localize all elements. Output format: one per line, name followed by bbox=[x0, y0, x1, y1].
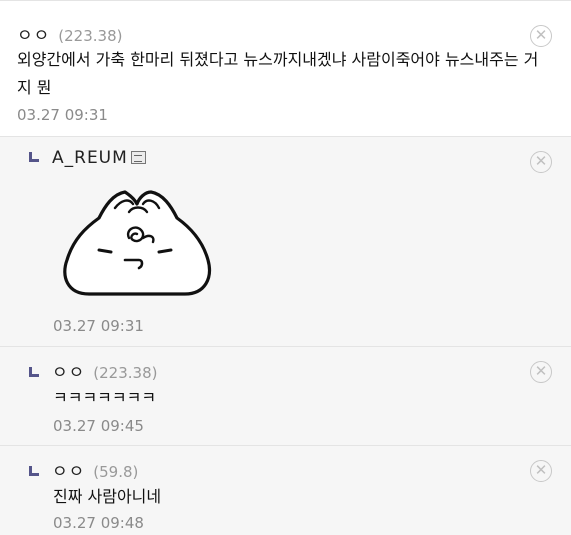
comment-nickname[interactable]: ㅇㅇ bbox=[17, 21, 50, 46]
reply-text: ㅋㅋㅋㅋㅋㅋㅋ bbox=[53, 388, 157, 407]
delete-icon[interactable]: ✕ bbox=[530, 460, 552, 482]
reply: ㅇㅇ (59.8) 진짜 사람아니네 03.27 09:48 ✕ bbox=[0, 445, 571, 535]
reply-date: 03.27 09:45 bbox=[53, 417, 144, 435]
reply-header: ㅇㅇ (223.38) bbox=[29, 358, 157, 383]
reply-arrow-icon bbox=[29, 367, 39, 377]
reply-ip: (223.38) bbox=[93, 364, 158, 382]
reply-nickname[interactable]: A_REUM bbox=[52, 148, 128, 168]
reply-nickname[interactable]: ㅇㅇ bbox=[52, 358, 85, 383]
reply-date: 03.27 09:31 bbox=[53, 317, 144, 335]
reply-arrow-icon bbox=[29, 152, 39, 162]
reply-arrow-icon bbox=[29, 466, 39, 476]
reply-date: 03.27 09:48 bbox=[53, 514, 144, 532]
reply-header: ㅇㅇ (59.8) bbox=[29, 457, 138, 482]
comment-thread: ㅇㅇ (223.38) 외양간에서 가축 한마리 뒤졌다고 뉴스까지내겠냐 사람… bbox=[0, 0, 571, 535]
fixed-nick-icon bbox=[130, 151, 146, 164]
reply-header: A_REUM bbox=[29, 148, 146, 168]
reply: A_REUM 03.27 09:31 ✕ bbox=[0, 136, 571, 346]
delete-icon[interactable]: ✕ bbox=[530, 25, 552, 47]
comment-header: ㅇㅇ (223.38) bbox=[17, 21, 122, 46]
comment-date: 03.27 09:31 bbox=[17, 106, 108, 124]
reply-text: 진짜 사람아니네 bbox=[53, 487, 162, 506]
comment-text: 외양간에서 가축 한마리 뒤졌다고 뉴스까지내겠냐 사람이죽어야 뉴스내주는 거… bbox=[17, 50, 539, 97]
dumpling-emoticon bbox=[63, 190, 211, 296]
delete-icon[interactable]: ✕ bbox=[530, 151, 552, 173]
reply-nickname[interactable]: ㅇㅇ bbox=[52, 457, 85, 482]
reply: ㅇㅇ (223.38) ㅋㅋㅋㅋㅋㅋㅋ 03.27 09:45 ✕ bbox=[0, 346, 571, 445]
comment: ㅇㅇ (223.38) 외양간에서 가축 한마리 뒤졌다고 뉴스까지내겠냐 사람… bbox=[0, 0, 571, 136]
delete-icon[interactable]: ✕ bbox=[530, 361, 552, 383]
reply-ip: (59.8) bbox=[93, 463, 139, 481]
comment-ip: (223.38) bbox=[58, 27, 123, 45]
